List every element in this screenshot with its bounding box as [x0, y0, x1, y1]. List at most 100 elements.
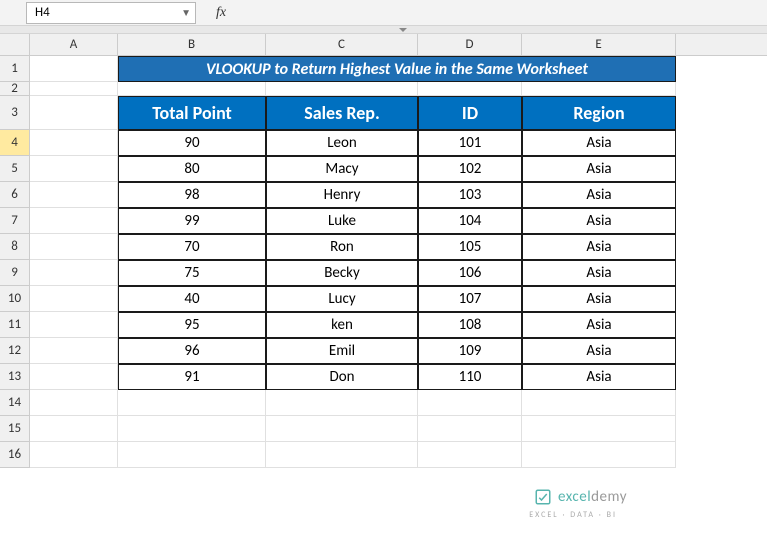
cell-c4[interactable]: Leon: [266, 130, 418, 156]
cell-d12[interactable]: 109: [418, 338, 522, 364]
cell-a4[interactable]: [30, 130, 118, 156]
row-header-16[interactable]: 16: [0, 442, 30, 468]
cell-a15[interactable]: [30, 416, 118, 442]
cell-b11[interactable]: 95: [118, 312, 266, 338]
row-header-14[interactable]: 14: [0, 390, 30, 416]
cell-b10[interactable]: 40: [118, 286, 266, 312]
cell-a5[interactable]: [30, 156, 118, 182]
cell-a6[interactable]: [30, 182, 118, 208]
cell-c13[interactable]: Don: [266, 364, 418, 390]
cell-a7[interactable]: [30, 208, 118, 234]
cell-a9[interactable]: [30, 260, 118, 286]
row-header-3[interactable]: 3: [0, 96, 30, 130]
cell-a2[interactable]: [30, 82, 118, 96]
row-header-11[interactable]: 11: [0, 312, 30, 338]
cell-e11[interactable]: Asia: [522, 312, 676, 338]
cell-d7[interactable]: 104: [418, 208, 522, 234]
cell-a12[interactable]: [30, 338, 118, 364]
cell-d16[interactable]: [418, 442, 522, 468]
cell-e8[interactable]: Asia: [522, 234, 676, 260]
cell-d15[interactable]: [418, 416, 522, 442]
row-header-4[interactable]: 4: [0, 130, 30, 156]
row-header-5[interactable]: 5: [0, 156, 30, 182]
cell-c6[interactable]: Henry: [266, 182, 418, 208]
cell-d5[interactable]: 102: [418, 156, 522, 182]
formula-input[interactable]: [234, 3, 411, 23]
cell-b8[interactable]: 70: [118, 234, 266, 260]
row-header-7[interactable]: 7: [0, 208, 30, 234]
cell-b9[interactable]: 75: [118, 260, 266, 286]
cell-d6[interactable]: 103: [418, 182, 522, 208]
cell-d13[interactable]: 110: [418, 364, 522, 390]
fx-icon[interactable]: fx: [216, 5, 226, 21]
cell-b2[interactable]: [118, 82, 266, 96]
cell-b5[interactable]: 80: [118, 156, 266, 182]
cell-e6[interactable]: Asia: [522, 182, 676, 208]
cell-e9[interactable]: Asia: [522, 260, 676, 286]
cell-d11[interactable]: 108: [418, 312, 522, 338]
cell-d4[interactable]: 101: [418, 130, 522, 156]
cell-e2[interactable]: [522, 82, 676, 96]
cell-b7[interactable]: 99: [118, 208, 266, 234]
cell-c11[interactable]: ken: [266, 312, 418, 338]
cell-b16[interactable]: [118, 442, 266, 468]
cell-d2[interactable]: [418, 82, 522, 96]
row-header-9[interactable]: 9: [0, 260, 30, 286]
name-box[interactable]: H4 ▼: [26, 2, 196, 24]
cell-d14[interactable]: [418, 390, 522, 416]
header-sales-rep[interactable]: Sales Rep.: [266, 96, 418, 130]
cell-c9[interactable]: Becky: [266, 260, 418, 286]
cell-e13[interactable]: Asia: [522, 364, 676, 390]
chevron-down-icon[interactable]: ▼: [181, 6, 191, 19]
cell-d8[interactable]: 105: [418, 234, 522, 260]
cell-e5[interactable]: Asia: [522, 156, 676, 182]
cell-e7[interactable]: Asia: [522, 208, 676, 234]
cell-a13[interactable]: [30, 364, 118, 390]
cell-b14[interactable]: [118, 390, 266, 416]
cell-c10[interactable]: Lucy: [266, 286, 418, 312]
formula-bar-expand[interactable]: [0, 26, 767, 34]
cell-c5[interactable]: Macy: [266, 156, 418, 182]
select-all-corner[interactable]: [0, 34, 30, 56]
cell-b13[interactable]: 91: [118, 364, 266, 390]
cell-a16[interactable]: [30, 442, 118, 468]
row-header-10[interactable]: 10: [0, 286, 30, 312]
title-cell[interactable]: VLOOKUP to Return Highest Value in the S…: [118, 56, 676, 82]
row-header-6[interactable]: 6: [0, 182, 30, 208]
cell-b12[interactable]: 96: [118, 338, 266, 364]
cell-a1[interactable]: [30, 56, 118, 82]
cell-e4[interactable]: Asia: [522, 130, 676, 156]
cell-a8[interactable]: [30, 234, 118, 260]
row-header-13[interactable]: 13: [0, 364, 30, 390]
col-header-e[interactable]: E: [522, 34, 676, 55]
row-header-2[interactable]: 2: [0, 82, 30, 96]
cell-b15[interactable]: [118, 416, 266, 442]
cell-c7[interactable]: Luke: [266, 208, 418, 234]
header-total-point[interactable]: Total Point: [118, 96, 266, 130]
cell-e12[interactable]: Asia: [522, 338, 676, 364]
cell-c14[interactable]: [266, 390, 418, 416]
col-header-a[interactable]: A: [30, 34, 118, 55]
cell-e15[interactable]: [522, 416, 676, 442]
cell-e16[interactable]: [522, 442, 676, 468]
col-header-d[interactable]: D: [418, 34, 522, 55]
cell-a10[interactable]: [30, 286, 118, 312]
cell-c12[interactable]: Emil: [266, 338, 418, 364]
header-id[interactable]: ID: [418, 96, 522, 130]
cell-a11[interactable]: [30, 312, 118, 338]
cell-c15[interactable]: [266, 416, 418, 442]
cell-e14[interactable]: [522, 390, 676, 416]
col-header-b[interactable]: B: [118, 34, 266, 55]
cell-e10[interactable]: Asia: [522, 286, 676, 312]
cell-a14[interactable]: [30, 390, 118, 416]
header-region[interactable]: Region: [522, 96, 676, 130]
cell-d10[interactable]: 107: [418, 286, 522, 312]
cell-a3[interactable]: [30, 96, 118, 130]
cell-b4[interactable]: 90: [118, 130, 266, 156]
row-header-15[interactable]: 15: [0, 416, 30, 442]
row-header-1[interactable]: 1: [0, 56, 30, 82]
row-header-12[interactable]: 12: [0, 338, 30, 364]
col-header-c[interactable]: C: [266, 34, 418, 55]
cell-c8[interactable]: Ron: [266, 234, 418, 260]
row-header-8[interactable]: 8: [0, 234, 30, 260]
